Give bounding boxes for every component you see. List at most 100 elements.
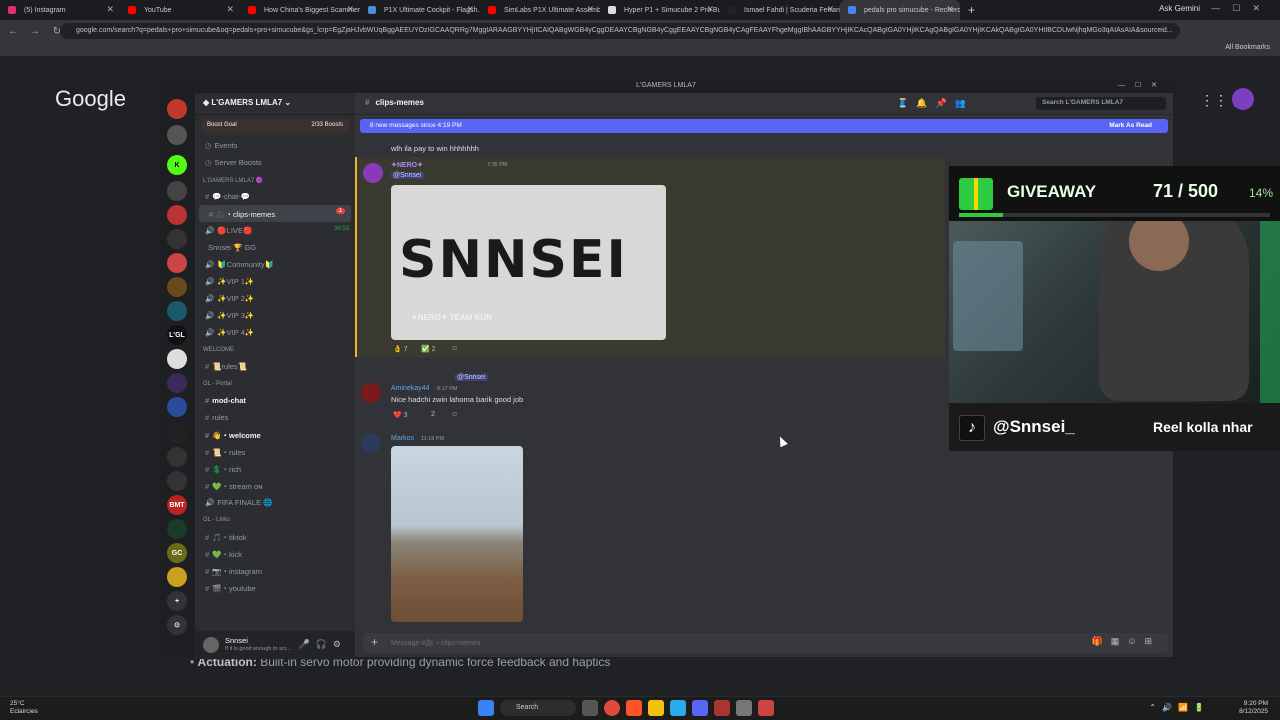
reaction[interactable]: ✅ 2 (421, 345, 436, 357)
add-server-icon[interactable]: + (167, 591, 187, 611)
browser-tab[interactable]: SimLabs P1X Ultimate Assemb... ✕ (480, 0, 600, 20)
server-icon[interactable] (167, 447, 187, 467)
lgl-server-icon[interactable]: L'GL (167, 325, 187, 345)
close-tab-icon[interactable]: ✕ (106, 4, 114, 15)
reaction[interactable]: ❤️ 3 (393, 411, 408, 423)
server-icon[interactable] (167, 519, 187, 539)
channel-category[interactable]: L'GAMERS LMLA7 🟣 (195, 171, 355, 188)
server-icon[interactable] (167, 301, 187, 321)
server-icon[interactable] (167, 373, 187, 393)
file-explorer-icon[interactable] (648, 700, 664, 716)
boost-goal-bar[interactable]: Boost Goal 2/33 Boosts (201, 119, 349, 133)
server-icon[interactable] (167, 229, 187, 249)
system-tray-icons[interactable]: ⌃🔊📶🔋 (1149, 703, 1210, 712)
message-author[interactable]: Markos (391, 435, 414, 442)
window-controls[interactable]: —☐✕ (1211, 3, 1272, 14)
taskbar-search[interactable]: Search (500, 700, 576, 716)
discord-taskbar-icon[interactable] (692, 700, 708, 716)
bmt-server-icon[interactable]: BMT (167, 495, 187, 515)
attach-icon[interactable]: + (371, 635, 378, 649)
message-composer[interactable]: + Message #🎥・clips-memes 🎁▦☺⊞ (363, 633, 1168, 653)
channel-item[interactable]: # 💲・rich (195, 460, 355, 477)
server-icon[interactable] (167, 125, 187, 145)
user-controls[interactable]: 🎤🎧⚙ (299, 639, 347, 650)
all-bookmarks[interactable]: All Bookmarks (1225, 44, 1270, 51)
search-input[interactable]: Search L'GAMERS LMLA7 (1036, 97, 1166, 110)
mention-tag[interactable]: @Snnsei (391, 172, 424, 179)
discover-icon[interactable]: ⊙ (167, 615, 187, 635)
close-tab-icon[interactable]: ✕ (706, 4, 714, 15)
channel-item[interactable]: # 👋・welcome (195, 426, 355, 443)
channel-item[interactable]: 🔊 🔴LIVE🔴 36:53 (195, 222, 355, 239)
channel-item[interactable]: # 📷・instagram (195, 562, 355, 579)
chrome-icon[interactable] (604, 700, 620, 716)
close-tab-icon[interactable]: ✕ (946, 4, 954, 15)
channel-item[interactable]: # rules (195, 409, 355, 426)
close-tab-icon[interactable]: ✕ (586, 4, 594, 15)
channel-item[interactable]: 🔊 ✨VIP 1✨ (195, 273, 355, 290)
server-icon[interactable] (167, 349, 187, 369)
channel-category[interactable]: GL - Portal (195, 375, 355, 392)
google-logo[interactable]: Google (55, 86, 126, 112)
channel-item[interactable]: # mod-chat (195, 392, 355, 409)
app-icon[interactable] (714, 700, 730, 716)
add-reaction-icon[interactable]: ☺ (451, 411, 458, 423)
telegram-icon[interactable] (670, 700, 686, 716)
add-reaction-icon[interactable]: ☺ (451, 345, 458, 357)
gc-server-icon[interactable]: GC (167, 543, 187, 563)
browser-tab[interactable]: YouTube ✕ (120, 0, 240, 20)
channel-item[interactable]: # 🎬・youtube (195, 579, 355, 596)
discord-window-controls[interactable]: —☐✕ (1118, 78, 1167, 93)
channel-item[interactable]: 🔊 ✨VIP 4✨ (195, 324, 355, 341)
close-tab-icon[interactable]: ✕ (826, 4, 834, 15)
server-name-header[interactable]: ◈ L'GAMERS LMLA7 ⌄ (195, 93, 355, 115)
server-icon[interactable] (167, 471, 187, 491)
composer-tools[interactable]: 🎁▦☺⊞ (1092, 636, 1160, 647)
channel-item[interactable]: 🔊 ✨VIP 2✨ (195, 290, 355, 307)
browser-tab[interactable]: Hyper P1 + Simucube 2 Pro Bu... ✕ (600, 0, 720, 20)
browser-tab[interactable]: Ismael Fahdi | Scuderia Ferrari... ✕ (720, 0, 840, 20)
server-icon[interactable] (167, 397, 187, 417)
app-icon[interactable] (758, 700, 774, 716)
server-icon[interactable] (167, 253, 187, 273)
close-tab-icon[interactable]: ✕ (226, 4, 234, 15)
channel-item[interactable]: 🔊 ✨VIP 3✨ (195, 307, 355, 324)
task-view-icon[interactable] (582, 700, 598, 716)
clock[interactable]: 9:20 PM 8/12/2025 (1239, 700, 1268, 716)
account-avatar[interactable] (1232, 88, 1254, 110)
channel-item[interactable]: ◷ Server Boosts (195, 154, 355, 171)
browser-tab[interactable]: (5) Instagram ✕ (0, 0, 120, 20)
new-tab-icon[interactable]: + (968, 3, 975, 17)
avatar[interactable] (361, 433, 381, 453)
close-tab-icon[interactable]: ✕ (466, 4, 474, 15)
server-icon[interactable] (167, 205, 187, 225)
server-icon[interactable] (167, 181, 187, 201)
channel-item[interactable]: # 📜・rules (195, 443, 355, 460)
channel-item[interactable]: # 🎵・tiktok (195, 528, 355, 545)
server-icon[interactable] (167, 99, 187, 119)
server-icon[interactable] (167, 277, 187, 297)
server-icon[interactable] (167, 567, 187, 587)
avatar[interactable] (203, 637, 219, 653)
channel-item[interactable]: # 💚・stream ᴏɴ (195, 477, 355, 494)
channel-item[interactable]: Snnsei 🏆 GG (195, 239, 355, 256)
channel-item[interactable]: 🔊 FIFA FINALE 🌐 (195, 494, 355, 511)
avatar[interactable] (363, 163, 383, 183)
app-icon[interactable] (736, 700, 752, 716)
header-toolbar[interactable]: 🧵🔔📌👥 (897, 98, 974, 109)
channel-item[interactable]: # 💬-chat-💬 (195, 188, 355, 205)
forward-icon[interactable]: → (26, 26, 44, 37)
ask-gemini-button[interactable]: Ask Gemini (1159, 4, 1200, 13)
mark-as-read-button[interactable]: Mark As Read (1109, 122, 1152, 129)
browser-tab[interactable]: P1X Ultimate Cockpit - Flagsh... ✕ (360, 0, 480, 20)
reaction[interactable]: 2 (431, 411, 435, 423)
reply-mention[interactable]: @Snnsei (455, 374, 488, 381)
url-field[interactable]: google.com/search?q=pedals+pro+simucube&… (60, 23, 1180, 39)
message-author[interactable]: Aminekay44 (391, 385, 430, 392)
video-thumbnail[interactable]: SNNSEI ✦NERO✦ TEAM KUN (391, 185, 666, 340)
channel-item[interactable]: # 💚・kick (195, 545, 355, 562)
browser-tab[interactable]: pedals pro simucube - Recherch... ✕ (840, 0, 960, 20)
browser-tab[interactable]: How China's Biggest Scammer... ✕ (240, 0, 360, 20)
kick-server-icon[interactable]: K (167, 155, 187, 175)
channel-item[interactable]: 🔊 🔰Community🔰 (195, 256, 355, 273)
